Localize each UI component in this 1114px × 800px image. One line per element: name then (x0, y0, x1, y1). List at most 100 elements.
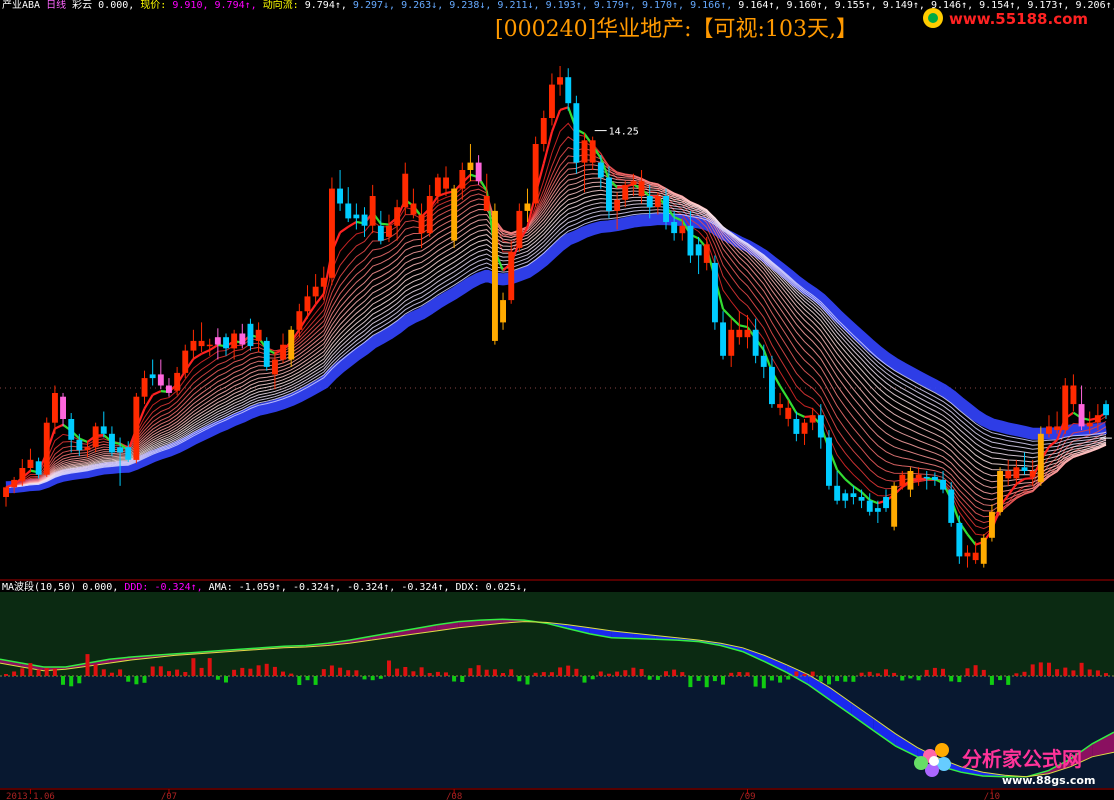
candle-body (117, 447, 123, 453)
ddx-bar (378, 676, 383, 679)
ddx-bar (753, 676, 758, 687)
ddx-bar (232, 669, 237, 676)
ddx-bar (1087, 669, 1092, 676)
ddx-bar (20, 668, 25, 676)
candle-body (540, 118, 547, 144)
candle (980, 534, 987, 568)
ddx-bar (370, 676, 375, 681)
candle-body (638, 181, 645, 197)
candle-body (296, 311, 303, 330)
candle (451, 184, 458, 249)
ddx-bar (827, 676, 831, 685)
candle-body (92, 426, 99, 448)
ddx-bar (85, 654, 90, 676)
candle-body (304, 296, 311, 312)
candle-body (483, 196, 490, 211)
candle-body (500, 300, 506, 323)
candle-body (109, 433, 115, 453)
candle (133, 392, 140, 464)
ddx-bar (1104, 673, 1108, 676)
candle-body (516, 210, 523, 249)
main-legend-item-2: 彩云 (72, 0, 98, 11)
ddx-bar (794, 671, 799, 676)
candle-body (239, 333, 246, 345)
candle-body (874, 508, 881, 512)
candle-body (272, 359, 278, 375)
ddx-bar (786, 676, 791, 680)
ddx-bar (362, 676, 367, 680)
main-legend-item-5: 9.910, (172, 0, 214, 11)
candle-body (817, 415, 824, 438)
stock-title: [000240]华业地产:【可视:103天,】 (495, 17, 858, 42)
ddx-bar (199, 667, 204, 676)
candle-body (565, 77, 572, 104)
candle-body (777, 404, 783, 408)
candle-body (712, 262, 718, 323)
candle-body (337, 188, 343, 204)
candle-body (769, 366, 775, 405)
sub-legend-item-2: DDD: (124, 582, 154, 593)
ddx-bar (256, 665, 261, 676)
ddx-bar (574, 668, 579, 676)
candle-body (606, 177, 612, 211)
ddx-bar (941, 668, 945, 676)
candle-body (125, 447, 132, 460)
x-tick-label: /08 (446, 792, 462, 800)
main-legend-item-16: 9.166↑, (690, 0, 738, 11)
candle-body (1046, 426, 1052, 434)
ddx-bar (305, 676, 310, 681)
candle-body (989, 511, 995, 538)
ddx-bar (395, 668, 400, 676)
ddx-bar (810, 671, 815, 676)
ddx-bar (549, 672, 554, 676)
sub-legend-item-4: AMA: (209, 582, 239, 593)
candle-body (964, 552, 971, 557)
candle-body (834, 485, 841, 501)
candle-body (475, 162, 482, 182)
sub-legend-item-9: DDX: (456, 582, 486, 593)
ddx-bar (981, 669, 986, 676)
main-legend-item-7: 动向流: (263, 0, 305, 11)
candle-body (508, 251, 515, 301)
candle (329, 177, 335, 286)
x-tick-label: 2013.1.06 (6, 792, 55, 800)
candle-body (426, 196, 433, 234)
candle-body (842, 493, 849, 501)
ddx-bar (533, 672, 538, 676)
candle-body (1094, 415, 1101, 423)
candle-body (589, 140, 596, 163)
ddx-bar (598, 671, 603, 676)
ddx-bar (843, 676, 848, 682)
ddx-bar (737, 672, 742, 676)
candle-body (1086, 422, 1093, 427)
ddx-bar (859, 672, 864, 676)
ddx-bar (664, 671, 668, 676)
ddx-bar (818, 676, 823, 682)
stock-chart[interactable]: 产业ABA 日线 彩云 0.000, 现价: 9.910, 9.794↑, 动向… (0, 0, 1114, 800)
candle-body (752, 329, 759, 356)
ddx-bar (167, 671, 171, 676)
ddx-bar (582, 676, 587, 683)
candle-body (720, 322, 726, 356)
ddx-bar (191, 658, 196, 676)
candle-body (1054, 426, 1061, 431)
candle-body (149, 374, 156, 379)
candle-body (288, 329, 295, 360)
candle-body (622, 184, 629, 200)
candle-body (157, 374, 164, 386)
ddx-bar (672, 669, 677, 676)
main-legend-item-8: 9.794↑, (305, 0, 353, 11)
sub-legend-item-5: -1.059↑, (239, 582, 293, 593)
candle (573, 95, 580, 174)
ddx-bar (175, 669, 180, 676)
ddx-bar (264, 663, 269, 676)
candle-body (687, 225, 694, 256)
ddx-bar (329, 665, 334, 676)
ddx-bar (696, 676, 701, 681)
ddx-bar (631, 667, 636, 676)
candle-body (883, 497, 889, 509)
ddx-bar (590, 676, 595, 680)
ddx-bar (476, 665, 481, 676)
candle-body (369, 196, 376, 226)
candle-body (1021, 467, 1028, 471)
